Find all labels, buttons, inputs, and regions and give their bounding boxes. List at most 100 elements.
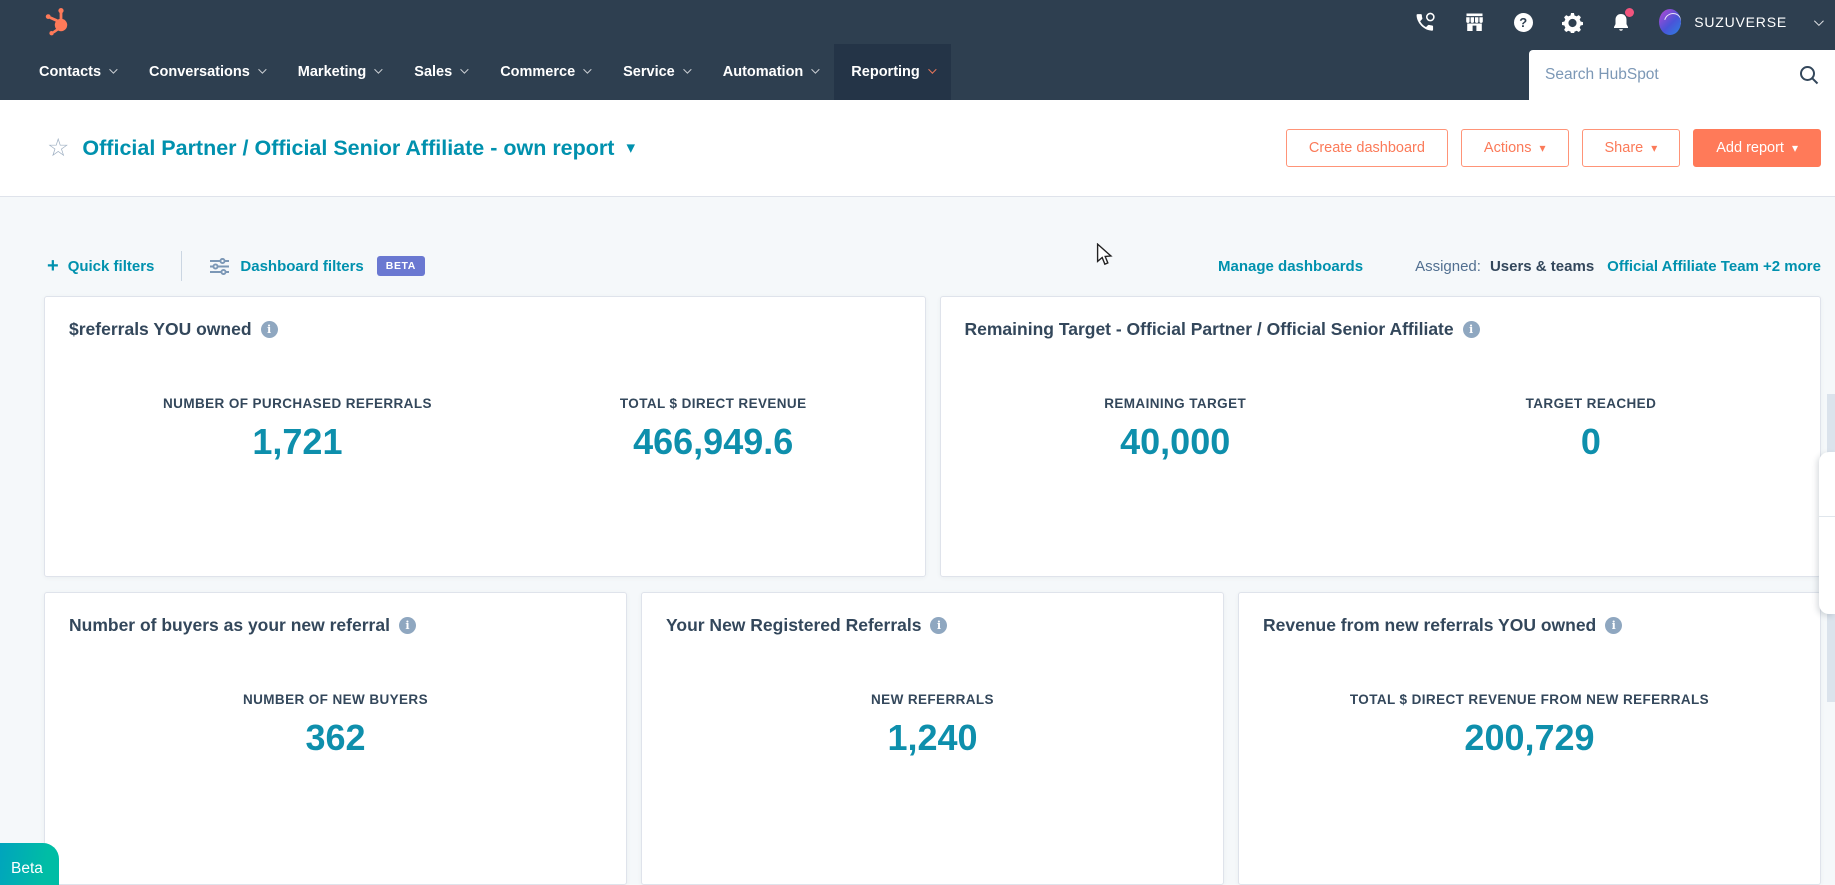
nav-item-commerce[interactable]: Commerce (483, 44, 606, 100)
info-icon[interactable] (930, 617, 947, 634)
card-title-row: Remaining Target - Official Partner / Of… (965, 319, 1797, 340)
card-title-row: Revenue from new referrals YOU owned (1263, 615, 1796, 636)
help-icon[interactable]: ? (1512, 11, 1534, 33)
metric: NEW REFERRALS 1,240 (871, 692, 994, 759)
quick-filters-link[interactable]: Quick filters (68, 258, 155, 275)
notifications-icon[interactable] (1610, 11, 1632, 33)
report-card-new-buyers: Number of buyers as your new referral NU… (44, 592, 627, 885)
metric: REMAINING TARGET 40,000 (1104, 396, 1246, 463)
nav-item-service[interactable]: Service (606, 44, 706, 100)
chevron-down-icon (1792, 140, 1798, 156)
card-title: Number of buyers as your new referral (69, 615, 390, 636)
metric: TOTAL $ DIRECT REVENUE 466,949.6 (620, 396, 807, 463)
report-card-remaining-target: Remaining Target - Official Partner / Of… (940, 296, 1822, 577)
info-icon[interactable] (399, 617, 416, 634)
nav-label: Service (623, 64, 675, 80)
metrics: TOTAL $ DIRECT REVENUE FROM NEW REFERRAL… (1263, 692, 1796, 759)
chevron-down-icon (1651, 140, 1657, 156)
nav-label: Marketing (298, 64, 367, 80)
beta-badge: BETA (377, 256, 425, 276)
card-title: $referrals YOU owned (69, 319, 252, 340)
settings-icon[interactable] (1561, 11, 1583, 33)
metric-value: 466,949.6 (620, 421, 807, 463)
chevron-down-icon (258, 65, 266, 73)
card-title: Revenue from new referrals YOU owned (1263, 615, 1596, 636)
question-mark-glyph: ? (1514, 13, 1533, 32)
metric-value: 1,721 (163, 421, 432, 463)
dashboard-filters-link[interactable]: Dashboard filters (240, 258, 363, 275)
assigned-label: Assigned: (1415, 258, 1481, 275)
divider (181, 251, 182, 281)
metric-value: 200,729 (1350, 717, 1709, 759)
metrics: NUMBER OF NEW BUYERS 362 (69, 692, 602, 759)
beta-corner-tag[interactable]: Beta (0, 843, 59, 885)
nav-item-contacts[interactable]: Contacts (22, 44, 132, 100)
chevron-down-icon (928, 65, 936, 73)
phone-icon[interactable] (1414, 11, 1436, 33)
divider (1819, 516, 1835, 517)
nav-label: Contacts (39, 64, 101, 80)
info-icon[interactable] (261, 321, 278, 338)
metric-label: NUMBER OF NEW BUYERS (243, 692, 428, 707)
metric: TOTAL $ DIRECT REVENUE FROM NEW REFERRAL… (1350, 692, 1709, 759)
card-title: Your New Registered Referrals (666, 615, 921, 636)
metrics: REMAINING TARGET 40,000 TARGET REACHED 0 (965, 396, 1797, 463)
account-avatar[interactable] (1659, 11, 1681, 33)
nav-label: Reporting (851, 64, 919, 80)
hubspot-sprocket-icon[interactable] (44, 7, 72, 37)
search-input[interactable] (1545, 66, 1791, 84)
chevron-down-icon (1539, 140, 1545, 156)
metrics: NEW REFERRALS 1,240 (666, 692, 1199, 759)
metric-value: 362 (243, 717, 428, 759)
metric-label: TOTAL $ DIRECT REVENUE FROM NEW REFERRAL… (1350, 692, 1709, 707)
nav-item-automation[interactable]: Automation (706, 44, 835, 100)
metric: NUMBER OF PURCHASED REFERRALS 1,721 (163, 396, 432, 463)
info-icon[interactable] (1605, 617, 1622, 634)
hubspot-dashboard-page: ? SUZUVERSE Contacts (0, 0, 1835, 885)
right-edge-panel-tab[interactable] (1819, 452, 1835, 614)
dashboard-header: Official Partner / Official Senior Affil… (0, 100, 1835, 197)
nav-label: Sales (414, 64, 452, 80)
page-title: Official Partner / Official Senior Affil… (82, 136, 614, 161)
notification-dot (1625, 8, 1634, 17)
account-name[interactable]: SUZUVERSE (1694, 14, 1787, 30)
info-icon[interactable] (1463, 321, 1480, 338)
sliders-icon (209, 258, 230, 275)
header-buttons: Create dashboard Actions Share Add repor… (1286, 129, 1821, 167)
nav-item-marketing[interactable]: Marketing (281, 44, 398, 100)
filters-toolbar: Quick filters Dashboard filters BETA Man… (47, 249, 1821, 283)
add-report-button[interactable]: Add report (1693, 129, 1821, 167)
favorite-star-icon[interactable] (47, 136, 69, 161)
card-title-row: Your New Registered Referrals (666, 615, 1199, 636)
report-row-1: $referrals YOU owned NUMBER OF PURCHASED… (44, 296, 1821, 577)
create-dashboard-button[interactable]: Create dashboard (1286, 129, 1448, 167)
avatar (1659, 9, 1681, 35)
nav-item-sales[interactable]: Sales (397, 44, 483, 100)
nav-label: Automation (723, 64, 804, 80)
nav-label: Conversations (149, 64, 250, 80)
account-chevron-down-icon[interactable] (1814, 16, 1824, 26)
marketplace-icon[interactable] (1463, 11, 1485, 33)
search-icon[interactable] (1798, 64, 1820, 91)
nav-item-conversations[interactable]: Conversations (132, 44, 281, 100)
top-utility-bar: ? SUZUVERSE (0, 0, 1835, 44)
card-title-row: $referrals YOU owned (69, 319, 901, 340)
metrics: NUMBER OF PURCHASED REFERRALS 1,721 TOTA… (69, 396, 901, 463)
metric-value: 0 (1526, 421, 1657, 463)
share-button[interactable]: Share (1582, 129, 1681, 167)
assigned-team-link[interactable]: Official Affiliate Team +2 more (1607, 258, 1821, 275)
actions-button[interactable]: Actions (1461, 129, 1569, 167)
chevron-down-icon (583, 65, 591, 73)
button-label: Share (1605, 140, 1644, 156)
metric-value: 1,240 (871, 717, 994, 759)
chevron-down-icon (811, 65, 819, 73)
nav-item-reporting[interactable]: Reporting (834, 44, 950, 100)
chevron-down-icon (683, 65, 691, 73)
chevron-down-icon (374, 65, 382, 73)
dashboard-switcher-caret-icon[interactable] (626, 138, 635, 158)
card-title: Remaining Target - Official Partner / Of… (965, 319, 1454, 340)
metric-label: NEW REFERRALS (871, 692, 994, 707)
metric: TARGET REACHED 0 (1526, 396, 1657, 463)
nav-label: Commerce (500, 64, 575, 80)
manage-dashboards-link[interactable]: Manage dashboards (1218, 258, 1363, 275)
